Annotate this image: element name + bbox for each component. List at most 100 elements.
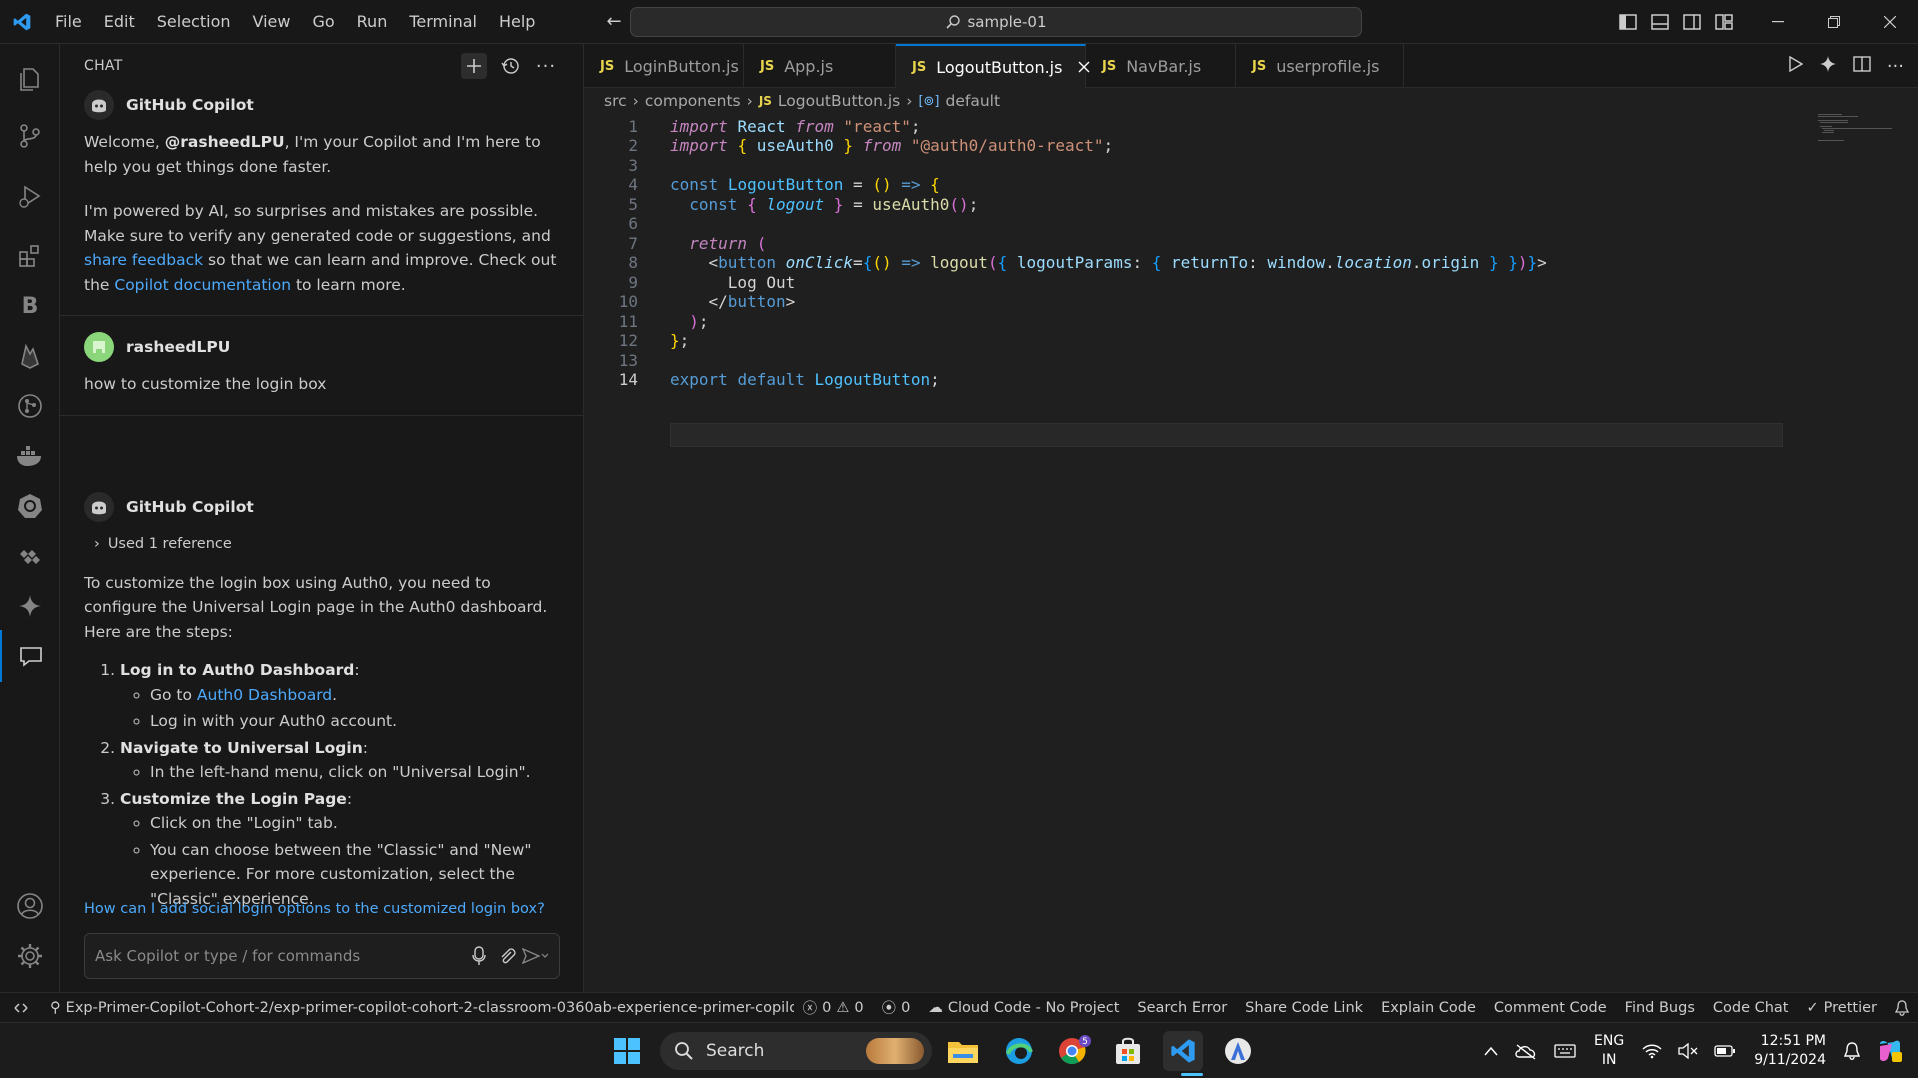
- tab-userprofile[interactable]: JS userprofile.js: [1236, 44, 1404, 88]
- split-editor-icon[interactable]: [1853, 56, 1871, 76]
- send-icon[interactable]: [521, 948, 549, 964]
- battery-icon[interactable]: [1706, 1044, 1744, 1058]
- edge-browser-icon[interactable]: [999, 1031, 1039, 1071]
- status-cloud-code[interactable]: ☁ Cloud Code - No Project: [919, 1000, 1128, 1016]
- chrome-browser-icon[interactable]: 5: [1054, 1031, 1094, 1071]
- editor-tabs: JS LoginButton.js JS App.js JS LogoutButton…: [584, 44, 1918, 88]
- status-explain-code[interactable]: Explain Code: [1372, 1000, 1485, 1016]
- chat-icon[interactable]: [0, 630, 60, 682]
- restore-icon[interactable]: [1806, 0, 1862, 44]
- file-explorer-icon[interactable]: [943, 1031, 983, 1071]
- app-taskbar-icon[interactable]: [1218, 1031, 1258, 1071]
- copilot-taskbar-icon[interactable]: [1868, 1038, 1918, 1064]
- status-code-chat[interactable]: Code Chat: [1704, 1000, 1798, 1016]
- more-actions-icon[interactable]: ···: [1887, 56, 1904, 77]
- list-item: Customize the Login Page: Click on the "…: [120, 787, 560, 912]
- settings-gear-icon[interactable]: [0, 930, 60, 982]
- status-find-bugs[interactable]: Find Bugs: [1616, 1000, 1704, 1016]
- js-file-icon: JS: [1102, 58, 1117, 74]
- minimize-icon[interactable]: [1750, 0, 1806, 44]
- run-icon[interactable]: [1789, 55, 1804, 76]
- history-icon[interactable]: [497, 53, 523, 79]
- auth0-dashboard-link[interactable]: Auth0 Dashboard: [197, 686, 332, 704]
- menu-file[interactable]: File: [44, 0, 93, 44]
- tab-loginbutton[interactable]: JS LoginButton.js: [584, 44, 744, 88]
- windows-start-icon[interactable]: [607, 1031, 647, 1071]
- user-message-text: how to customize the login box: [84, 375, 327, 393]
- menu-selection[interactable]: Selection: [146, 0, 242, 44]
- chevron-up-icon[interactable]: [1476, 1046, 1506, 1056]
- source-control-icon[interactable]: [0, 110, 60, 162]
- menu-help[interactable]: Help: [488, 0, 546, 44]
- customize-layout-icon[interactable]: [1708, 0, 1740, 44]
- toggle-panel-icon[interactable]: [1644, 0, 1676, 44]
- run-debug-icon[interactable]: [0, 170, 60, 222]
- microsoft-store-icon[interactable]: [1108, 1031, 1148, 1071]
- status-share-code-link[interactable]: Share Code Link: [1236, 1000, 1372, 1016]
- notifications-bell-icon[interactable]: [1886, 999, 1918, 1016]
- keyboard-icon[interactable]: [1546, 1043, 1584, 1059]
- back-arrow-icon[interactable]: ←: [606, 11, 621, 32]
- status-comment-code[interactable]: Comment Code: [1485, 1000, 1616, 1016]
- menu-view[interactable]: View: [242, 0, 302, 44]
- status-problems[interactable]: ⓧ 0 ⚠ 0: [794, 997, 873, 1018]
- explorer-icon[interactable]: [0, 52, 60, 104]
- bootstrap-icon[interactable]: B: [0, 280, 60, 332]
- references-toggle[interactable]: › Used 1 reference: [94, 532, 560, 557]
- taskbar: Search 5 ENG IN 12:51 PM 9/11/2024: [0, 1022, 1918, 1078]
- more-actions-icon[interactable]: ···: [533, 53, 559, 79]
- tab-app[interactable]: JS App.js: [744, 44, 896, 88]
- volume-muted-icon[interactable]: [1670, 1043, 1706, 1059]
- user-name: rasheedLPU: [126, 337, 231, 356]
- toggle-primary-sidebar-icon[interactable]: [1612, 0, 1644, 44]
- wifi-icon[interactable]: [1634, 1043, 1670, 1059]
- tab-logoutbutton[interactable]: JS LogoutButton.js: [896, 44, 1090, 88]
- menu-go[interactable]: Go: [301, 0, 345, 44]
- extensions-icon[interactable]: [0, 230, 60, 282]
- status-ports[interactable]: ⦿ 0: [873, 997, 920, 1018]
- remote-explorer-icon[interactable]: [0, 530, 60, 582]
- git-graph-icon[interactable]: [0, 380, 60, 432]
- taskbar-search[interactable]: Search: [660, 1032, 932, 1070]
- notification-bell-icon[interactable]: [1836, 1042, 1868, 1060]
- welcome-text: Welcome, @rasheedLPU, I'm your Copilot a…: [84, 133, 541, 176]
- attach-icon[interactable]: [493, 947, 521, 965]
- docker-icon[interactable]: [0, 430, 60, 482]
- chevron-right-icon: ›: [906, 92, 913, 110]
- status-search-error[interactable]: Search Error: [1128, 1000, 1236, 1016]
- copilot-docs-link[interactable]: Copilot documentation: [114, 276, 291, 294]
- language-indicator[interactable]: ENG IN: [1584, 1032, 1634, 1070]
- menu-terminal[interactable]: Terminal: [398, 0, 488, 44]
- code-editor[interactable]: 1 import React from "react"; 2 import { us…: [584, 114, 1918, 992]
- new-chat-icon[interactable]: [461, 53, 487, 79]
- vscode-taskbar-icon[interactable]: [1163, 1031, 1203, 1071]
- menu-edit[interactable]: Edit: [93, 0, 146, 44]
- toggle-secondary-sidebar-icon[interactable]: [1676, 0, 1708, 44]
- assistant-name: GitHub Copilot: [126, 95, 254, 114]
- tab-navbar[interactable]: JS NavBar.js: [1086, 44, 1236, 88]
- breadcrumb-item[interactable]: components: [645, 92, 741, 110]
- breadcrumb-item[interactable]: default: [945, 92, 1000, 110]
- copilot-sparkle-icon[interactable]: [0, 580, 60, 632]
- chat-input[interactable]: [95, 947, 465, 965]
- remote-indicator-icon[interactable]: [0, 992, 42, 1023]
- onedrive-offline-icon[interactable]: [1506, 1042, 1546, 1060]
- followup-suggestion[interactable]: How can I add social login options to th…: [84, 901, 545, 917]
- close-window-icon[interactable]: [1862, 0, 1918, 44]
- minimap[interactable]: [1818, 114, 1898, 144]
- breadcrumb-item[interactable]: src: [604, 92, 627, 110]
- copilot-sparkle-icon[interactable]: [1819, 55, 1837, 77]
- firebase-icon[interactable]: [0, 330, 60, 382]
- list-item: In the left-hand menu, click on "Univers…: [150, 760, 560, 785]
- menu-run[interactable]: Run: [346, 0, 399, 44]
- kubernetes-icon[interactable]: [0, 480, 60, 532]
- accounts-icon[interactable]: [0, 880, 60, 932]
- status-repo[interactable]: ⚲ Exp-Primer-Copilot-Cohort-2/exp-primer-…: [41, 1000, 794, 1016]
- share-feedback-link[interactable]: share feedback: [84, 251, 203, 269]
- microphone-icon[interactable]: [465, 946, 493, 966]
- command-center-search[interactable]: sample-01: [630, 7, 1362, 37]
- symbol-variable-icon: [⊚]: [918, 93, 940, 109]
- clock[interactable]: 12:51 PM 9/11/2024: [1744, 1032, 1836, 1070]
- status-prettier[interactable]: ✓ Prettier: [1798, 1000, 1887, 1016]
- breadcrumb-item[interactable]: LogoutButton.js: [778, 92, 900, 110]
